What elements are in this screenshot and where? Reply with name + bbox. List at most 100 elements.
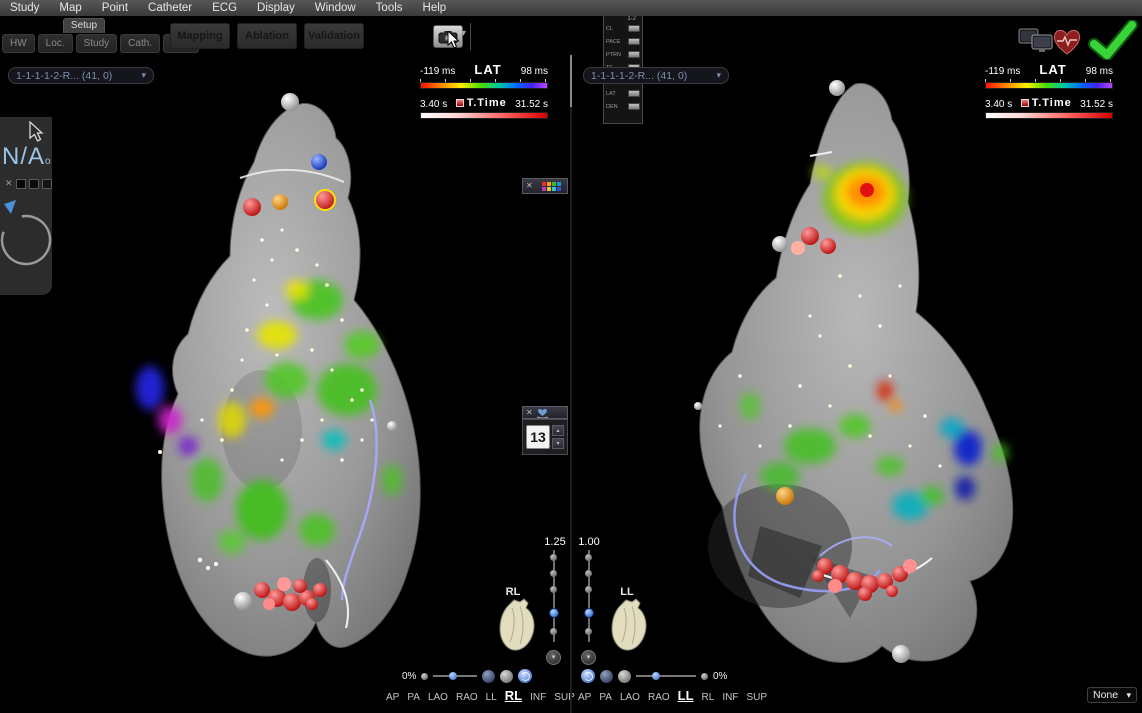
orientation-ap-right[interactable]: AP bbox=[578, 692, 591, 703]
chevron-down-icon: ▾ bbox=[1126, 690, 1131, 701]
mesh-sphere-icon[interactable] bbox=[500, 670, 513, 683]
mouse-cursor bbox=[447, 31, 460, 49]
orientation-ap-left[interactable]: AP bbox=[386, 692, 399, 703]
orientation-rl-right[interactable]: RL bbox=[702, 692, 715, 703]
menu-ecg[interactable]: ECG bbox=[212, 2, 237, 14]
heart-status-icon[interactable] bbox=[1052, 28, 1082, 56]
gain-value-left: 0% bbox=[402, 671, 416, 682]
count-down-button[interactable]: ▾ bbox=[552, 438, 564, 449]
vis-toggle-den[interactable] bbox=[628, 103, 640, 110]
swatch-1[interactable] bbox=[16, 179, 26, 189]
lat-title-right: LAT bbox=[1039, 62, 1066, 77]
zoom-value-right: 1.00 bbox=[573, 536, 605, 548]
map-selector-left[interactable]: 1-1-1-1-2-R... (41, 0) ▾ bbox=[8, 67, 154, 84]
overlay-selector[interactable]: None ▾ bbox=[1087, 687, 1137, 703]
lat-map-3d-left[interactable] bbox=[112, 90, 472, 675]
rotate-view-icon[interactable] bbox=[518, 669, 532, 683]
lat-title-left: LAT bbox=[474, 62, 501, 77]
orientation-ll-left[interactable]: LL bbox=[486, 692, 497, 703]
vis-toggle-ptrn[interactable] bbox=[628, 51, 640, 58]
tab-cath[interactable]: Cath. bbox=[120, 34, 160, 53]
map-sphere-icon[interactable] bbox=[482, 670, 495, 683]
lat-colorbar-left[interactable] bbox=[420, 82, 548, 89]
orientation-rl-left[interactable]: RL bbox=[505, 688, 522, 703]
gain-slider-left-handle[interactable] bbox=[449, 672, 457, 680]
rotate-view-icon[interactable] bbox=[581, 669, 595, 683]
lat-max-right: 98 ms bbox=[1086, 66, 1113, 77]
orientation-pa-left[interactable]: PA bbox=[407, 692, 420, 703]
menu-map[interactable]: Map bbox=[59, 2, 81, 14]
pattern-grid-icon[interactable] bbox=[542, 182, 561, 191]
menu-tools[interactable]: Tools bbox=[376, 2, 403, 14]
map-sphere-icon[interactable] bbox=[600, 670, 613, 683]
swatch-2[interactable] bbox=[29, 179, 39, 189]
gain-knob[interactable] bbox=[701, 673, 708, 680]
orientation-inf-left[interactable]: INF bbox=[530, 692, 546, 703]
tab-loc[interactable]: Loc. bbox=[38, 34, 73, 53]
gain-slider-right-handle[interactable] bbox=[652, 672, 660, 680]
orientation-pa-right[interactable]: PA bbox=[599, 692, 612, 703]
zoom-slider-left-button[interactable]: ▾ bbox=[546, 650, 561, 665]
vis-label-lat: LAT bbox=[606, 91, 616, 97]
zoom-slider-right[interactable] bbox=[582, 550, 596, 646]
heart-orientation-icon-left[interactable] bbox=[496, 598, 538, 654]
annotation-value: N/Ao bbox=[2, 143, 52, 171]
toolbar-separator bbox=[470, 23, 471, 50]
zoom-slider-right-button[interactable]: ▾ bbox=[581, 650, 596, 665]
ablation-button[interactable]: Ablation bbox=[237, 23, 297, 49]
gain-slider-left[interactable] bbox=[433, 675, 477, 677]
zoom-slider-right-handle[interactable] bbox=[584, 608, 594, 618]
close-icon[interactable]: ✕ bbox=[526, 182, 533, 190]
menu-display[interactable]: Display bbox=[257, 2, 295, 14]
tab-study[interactable]: Study bbox=[76, 34, 118, 53]
lat-max-left: 98 ms bbox=[521, 66, 548, 77]
map-selector-left-label: 1-1-1-1-2-R... (41, 0) bbox=[16, 70, 112, 82]
respiration-gauge bbox=[0, 196, 52, 288]
validation-button[interactable]: Validation bbox=[304, 23, 364, 49]
stage-buttons: Mapping Ablation Validation bbox=[170, 23, 364, 49]
zoom-slider-left-handle[interactable] bbox=[549, 608, 559, 618]
snapshot-dropdown-chevron[interactable]: ▾ bbox=[461, 28, 466, 39]
mapping-button[interactable]: Mapping bbox=[170, 23, 230, 49]
count-up-button[interactable]: ▴ bbox=[552, 425, 564, 436]
tab-hw[interactable]: HW bbox=[2, 34, 35, 53]
tab-setup[interactable]: Setup bbox=[63, 18, 105, 33]
orientation-sup-right[interactable]: SUP bbox=[746, 692, 767, 703]
vis-toggle-lat[interactable] bbox=[628, 90, 640, 97]
ttime-max-left: 31.52 s bbox=[515, 99, 548, 110]
orientation-rao-left[interactable]: RAO bbox=[456, 692, 478, 703]
orientation-ll-right[interactable]: LL bbox=[678, 688, 694, 703]
menu-help[interactable]: Help bbox=[423, 2, 447, 14]
orientation-lao-left[interactable]: LAO bbox=[428, 692, 448, 703]
vis-toggle-cl[interactable] bbox=[628, 25, 640, 32]
menu-window[interactable]: Window bbox=[315, 2, 356, 14]
ttime-title-left: T.Time bbox=[467, 97, 507, 109]
vis-label-pace: PACE bbox=[606, 39, 621, 45]
projection-label-right: LL bbox=[612, 586, 642, 598]
lat-map-3d-right[interactable] bbox=[660, 76, 1042, 678]
menu-bar: Study Map Point Catheter ECG Display Win… bbox=[0, 0, 1142, 16]
viewport-divider[interactable] bbox=[570, 55, 572, 713]
menu-catheter[interactable]: Catheter bbox=[148, 2, 192, 14]
menu-study[interactable]: Study bbox=[10, 2, 39, 14]
zoom-slider-left[interactable] bbox=[547, 550, 561, 646]
pointer-tool-icon[interactable] bbox=[28, 121, 44, 143]
viewport-divider-highlight bbox=[570, 55, 572, 107]
mesh-sphere-icon[interactable] bbox=[618, 670, 631, 683]
orientation-rao-right[interactable]: RAO bbox=[648, 692, 670, 703]
menu-point[interactable]: Point bbox=[102, 2, 128, 14]
lat-min-left: -119 ms bbox=[420, 66, 455, 77]
gain-slider-right[interactable] bbox=[636, 675, 696, 677]
point-count-value[interactable]: 13 bbox=[526, 425, 550, 449]
workstation-monitors-icon[interactable] bbox=[1018, 28, 1054, 54]
heart-orientation-icon-right[interactable] bbox=[608, 598, 650, 654]
swatch-3[interactable] bbox=[42, 179, 52, 189]
gain-knob[interactable] bbox=[421, 673, 428, 680]
vis-toggle-pace[interactable] bbox=[628, 38, 640, 45]
gain-controls-right: 0% bbox=[581, 668, 727, 684]
close-icon[interactable]: ✕ bbox=[526, 409, 533, 417]
orientation-selector-left: AP PA LAO RAO LL RL INF SUP bbox=[386, 688, 575, 703]
orientation-lao-right[interactable]: LAO bbox=[620, 692, 640, 703]
orientation-inf-right[interactable]: INF bbox=[722, 692, 738, 703]
accept-check-icon[interactable] bbox=[1086, 20, 1140, 60]
